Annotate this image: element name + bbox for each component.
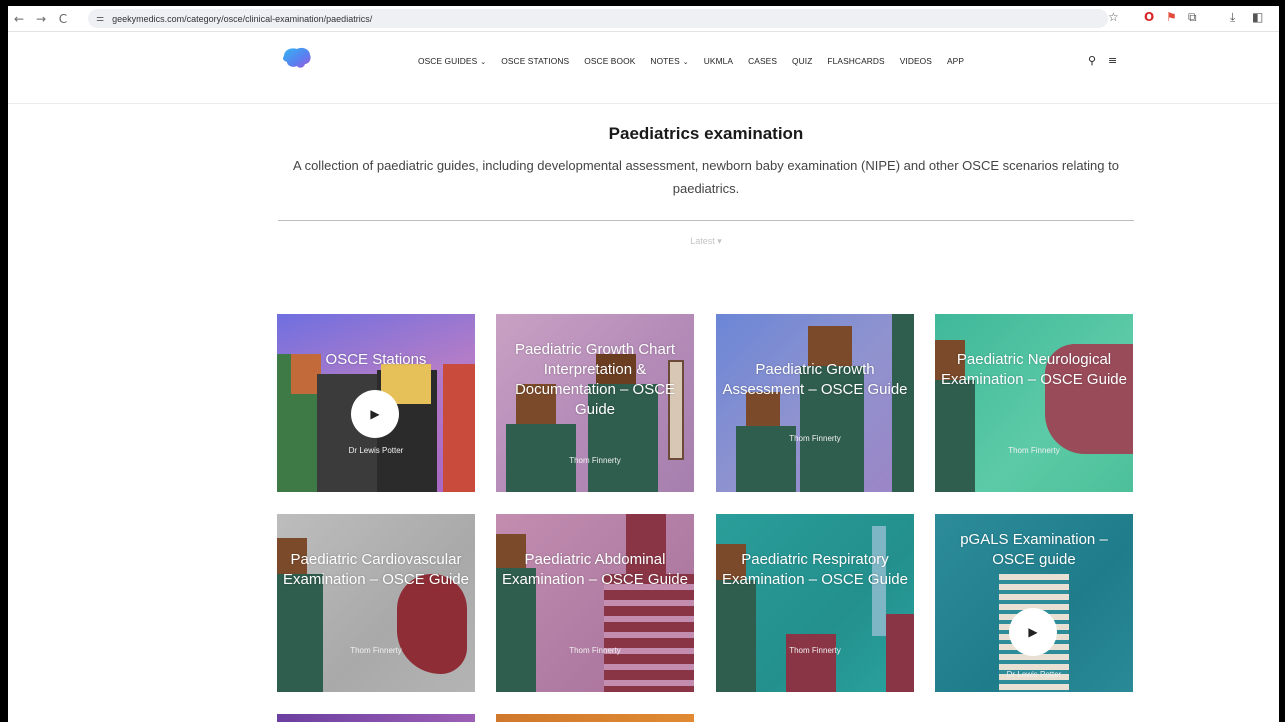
nav-app[interactable]: APP: [947, 56, 964, 66]
nav-notes[interactable]: NOTES ⌄: [650, 56, 688, 66]
reload-button[interactable]: C: [52, 12, 74, 26]
card-title[interactable]: Paediatric Abdominal Examination – OSCE …: [502, 550, 688, 590]
card-author[interactable]: Thom Finnerty: [496, 646, 694, 655]
card-author[interactable]: Thom Finnerty: [935, 446, 1133, 455]
card-author[interactable]: Dr Lewis Potter: [935, 670, 1133, 679]
nav-cases[interactable]: CASES: [748, 56, 777, 66]
card-title[interactable]: OSCE Stations: [283, 350, 469, 370]
back-button[interactable]: ←: [8, 12, 30, 26]
browser-window: ← → C ⚌ geekymedics.com/category/osce/cl…: [8, 6, 1279, 722]
site-header: [8, 32, 1279, 104]
nav-quiz[interactable]: QUIZ: [792, 56, 812, 66]
card-title[interactable]: pGALS Examination – OSCE guide: [941, 530, 1127, 570]
divider: [278, 220, 1134, 221]
article-card[interactable]: OSCE Stations ▶ Dr Lewis Potter: [277, 314, 475, 492]
nav-osce-book[interactable]: OSCE BOOK: [584, 56, 635, 66]
play-icon[interactable]: ▶: [1009, 608, 1057, 656]
character-figure: [892, 314, 914, 492]
article-card[interactable]: Paediatric Neurological Examination – OS…: [935, 314, 1133, 492]
card-title[interactable]: Paediatric Neurological Examination – OS…: [941, 350, 1127, 390]
nav-ukmla[interactable]: UKMLA: [704, 56, 733, 66]
article-card[interactable]: pGALS Examination – OSCE guide ▶ Dr Lewi…: [935, 514, 1133, 692]
article-card[interactable]: [496, 714, 694, 722]
card-author[interactable]: Thom Finnerty: [716, 434, 914, 443]
browser-toolbar: ← → C ⚌ geekymedics.com/category/osce/cl…: [8, 6, 1279, 32]
url-text: geekymedics.com/category/osce/clinical-e…: [112, 13, 373, 24]
card-title[interactable]: Paediatric Cardiovascular Examination – …: [283, 550, 469, 590]
opera-extension-icon[interactable]: O: [1144, 10, 1154, 24]
article-card[interactable]: Paediatric Growth Chart Interpretation &…: [496, 314, 694, 492]
card-title[interactable]: Paediatric Growth Assessment – OSCE Guid…: [722, 360, 908, 400]
page-title: Paediatrics examination: [608, 124, 804, 143]
sort-dropdown[interactable]: Latest ▾: [278, 236, 1134, 247]
article-card[interactable]: [277, 714, 475, 722]
intestine-illustration: [604, 574, 694, 692]
sidebar-icon[interactable]: ◧: [1252, 10, 1263, 24]
chevron-down-icon: ⌄: [682, 58, 689, 66]
chevron-down-icon: ⌄: [480, 58, 487, 66]
forward-button[interactable]: →: [30, 12, 52, 26]
character-figure: [277, 574, 323, 692]
card-title[interactable]: Paediatric Growth Chart Interpretation &…: [502, 340, 688, 420]
nav-osce-guides[interactable]: OSCE GUIDES ⌄: [418, 56, 486, 66]
article-card[interactable]: Paediatric Respiratory Examination – OSC…: [716, 514, 914, 692]
nav-videos[interactable]: VIDEOS: [900, 56, 932, 66]
card-author[interactable]: Thom Finnerty: [716, 646, 914, 655]
geeky-medics-logo[interactable]: [281, 46, 313, 70]
extensions-puzzle-icon[interactable]: ⧉: [1188, 10, 1197, 25]
search-icon[interactable]: ⚲: [1088, 54, 1096, 67]
card-author[interactable]: Thom Finnerty: [277, 646, 475, 655]
menu-icon[interactable]: ≡: [1108, 54, 1117, 67]
card-title[interactable]: Paediatric Respiratory Examination – OSC…: [722, 550, 908, 590]
extension-icon[interactable]: ⚑: [1166, 10, 1177, 24]
article-card[interactable]: Paediatric Cardiovascular Examination – …: [277, 514, 475, 692]
character-figure: [443, 364, 475, 492]
article-card[interactable]: Paediatric Abdominal Examination – OSCE …: [496, 514, 694, 692]
lung-illustration: [786, 634, 836, 692]
address-bar[interactable]: ⚌ geekymedics.com/category/osce/clinical…: [88, 9, 1108, 28]
card-author[interactable]: Dr Lewis Potter: [277, 446, 475, 455]
character-figure: [935, 380, 975, 492]
page-description: A collection of paediatric guides, inclu…: [293, 158, 1119, 196]
site-info-icon[interactable]: ⚌: [96, 14, 104, 24]
bookmark-star-icon[interactable]: ☆: [1108, 10, 1119, 24]
nav-osce-stations[interactable]: OSCE STATIONS: [501, 56, 569, 66]
card-author[interactable]: Thom Finnerty: [496, 456, 694, 465]
nav-flashcards[interactable]: FLASHCARDS: [827, 56, 884, 66]
play-icon[interactable]: ▶: [351, 390, 399, 438]
download-icon[interactable]: ⤓: [1230, 10, 1235, 25]
main-navigation: OSCE GUIDES ⌄ OSCE STATIONS OSCE BOOK NOT…: [418, 56, 979, 66]
article-card[interactable]: Paediatric Growth Assessment – OSCE Guid…: [716, 314, 914, 492]
character-figure: [716, 580, 756, 692]
